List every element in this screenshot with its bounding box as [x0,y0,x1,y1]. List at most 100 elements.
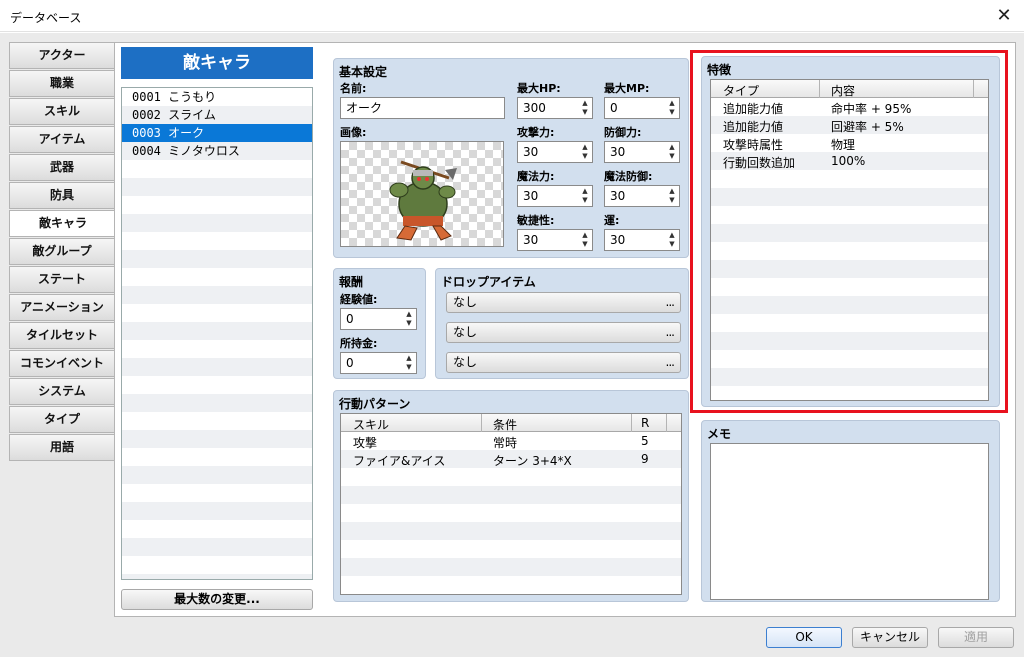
spin-arrows-icon[interactable]: ▲ ▼ [667,99,677,117]
list-item[interactable]: 0001 こうもり [122,88,312,106]
exp-stepper[interactable]: 0 ▲ ▼ [340,308,417,330]
cancel-button[interactable]: キャンセル [852,627,928,648]
ellipsis-icon: ... [665,355,676,369]
max-mp-stepper[interactable]: 0 ▲ ▼ [604,97,680,119]
nav-item[interactable]: タイルセット [9,322,115,349]
spin-arrows-icon[interactable]: ▲ ▼ [667,231,677,249]
exp-label: 経験値: [340,293,378,306]
max-hp-value: 300 [523,101,546,115]
highlight-box [690,50,1008,413]
magic-defense-value: 30 [610,189,626,203]
agility-stepper[interactable]: 30 ▲ ▼ [517,229,593,251]
magic-attack-label: 魔法力: [517,170,555,183]
action-patterns-table[interactable]: スキル 条件 R 攻撃 常時 5 ファイア&アイス ターン 3+4*X 9 [340,413,682,595]
drop-item-label: なし [453,355,478,369]
drop-items-title: ドロップアイテム [441,275,536,289]
nav-item[interactable]: アニメーション [9,294,115,321]
nav-item[interactable]: タイプ [9,406,115,433]
table-cell: 9 [641,452,649,466]
table-row[interactable]: 攻撃 常時 5 [341,432,681,450]
magic-attack-stepper[interactable]: 30 ▲ ▼ [517,185,593,207]
luck-label: 運: [604,214,620,227]
nav-item[interactable]: 武器 [9,154,115,181]
col-rating-header[interactable]: R [641,416,649,430]
drop-item-label: なし [453,295,478,309]
window-title: データベース [10,11,82,25]
memo-textarea[interactable] [710,443,989,600]
defense-stepper[interactable]: 30 ▲ ▼ [604,141,680,163]
nav-item[interactable]: アクター [9,42,115,69]
defense-label: 防御力: [604,126,642,139]
orc-sprite-icon [389,160,457,241]
magic-attack-value: 30 [523,189,539,203]
nav-item[interactable]: システム [9,378,115,405]
nav-item[interactable]: アイテム [9,126,115,153]
ellipsis-icon: ... [665,325,676,339]
attack-stepper[interactable]: 30 ▲ ▼ [517,141,593,163]
change-max-button[interactable]: 最大数の変更... [121,589,313,610]
nav-item[interactable]: 敵キャラ [9,210,116,237]
spin-arrows-icon[interactable]: ▲ ▼ [667,187,677,205]
spin-arrows-icon[interactable]: ▲ ▼ [404,354,414,372]
enemy-list[interactable]: 0001 こうもり 0002 スライム 0003 オーク 0004 ミノタウロス [121,87,313,580]
defense-value: 30 [610,145,626,159]
list-item[interactable]: 0002 スライム [122,106,312,124]
image-label: 画像: [340,126,367,139]
basic-settings-title: 基本設定 [339,65,388,79]
nav-item[interactable]: コモンイベント [9,350,115,377]
agility-value: 30 [523,233,539,247]
spin-arrows-icon[interactable]: ▲ ▼ [580,143,590,161]
memo-title: メモ [707,427,732,441]
spin-arrows-icon[interactable]: ▲ ▼ [580,99,590,117]
drop-item-button[interactable]: なし... [446,292,681,313]
agility-label: 敏捷性: [517,214,555,227]
apply-button[interactable]: 適用 [938,627,1014,648]
max-mp-value: 0 [610,101,618,115]
category-nav: アクター 職業 スキル アイテム 武器 防具 敵キャラ 敵グループ ステート アニメーション タイル… [9,42,116,462]
spin-arrows-icon[interactable]: ▲ ▼ [667,143,677,161]
spin-arrows-icon[interactable]: ▲ ▼ [580,231,590,249]
spin-arrows-icon[interactable]: ▲ ▼ [404,310,414,328]
luck-stepper[interactable]: 30 ▲ ▼ [604,229,680,251]
ok-button[interactable]: OK [766,627,842,648]
table-cell: ターン 3+4*X [493,454,572,468]
max-hp-stepper[interactable]: 300 ▲ ▼ [517,97,593,119]
magic-defense-stepper[interactable]: 30 ▲ ▼ [604,185,680,207]
list-item[interactable]: 0004 ミノタウロス [122,142,312,160]
magic-defense-label: 魔法防御: [604,170,653,183]
drop-item-label: なし [453,325,478,339]
table-header: スキル 条件 R [341,414,681,432]
nav-item[interactable]: 防具 [9,182,115,209]
table-cell: 5 [641,434,649,448]
col-condition-header[interactable]: 条件 [493,416,517,433]
nav-item[interactable]: 職業 [9,70,115,97]
attack-value: 30 [523,145,539,159]
ellipsis-icon: ... [665,295,676,309]
table-row[interactable]: ファイア&アイス ターン 3+4*X 9 [341,450,681,468]
gold-value: 0 [346,356,354,370]
enemy-image[interactable] [340,141,504,247]
close-icon[interactable]: ✕ [992,4,1016,28]
attack-label: 攻撃力: [517,126,555,139]
table-cell: 常時 [493,436,518,450]
nav-item[interactable]: ステート [9,266,115,293]
luck-value: 30 [610,233,626,247]
max-hp-label: 最大HP: [517,82,561,95]
name-field[interactable]: オーク [340,97,505,119]
max-mp-label: 最大MP: [604,82,650,95]
nav-item[interactable]: 敵グループ [9,238,115,265]
gold-stepper[interactable]: 0 ▲ ▼ [340,352,417,374]
title-bar: データベース ✕ [0,0,1024,32]
gold-label: 所持金: [340,337,378,350]
reward-title: 報酬 [339,275,364,289]
spin-arrows-icon[interactable]: ▲ ▼ [580,187,590,205]
name-label: 名前: [340,82,367,95]
nav-item[interactable]: スキル [9,98,115,125]
col-skill-header[interactable]: スキル [353,416,389,433]
drop-item-button[interactable]: なし... [446,322,681,343]
drop-item-button[interactable]: なし... [446,352,681,373]
table-cell: 攻撃 [353,436,378,450]
exp-value: 0 [346,312,354,326]
nav-item[interactable]: 用語 [9,434,115,461]
list-item[interactable]: 0003 オーク [122,124,312,142]
